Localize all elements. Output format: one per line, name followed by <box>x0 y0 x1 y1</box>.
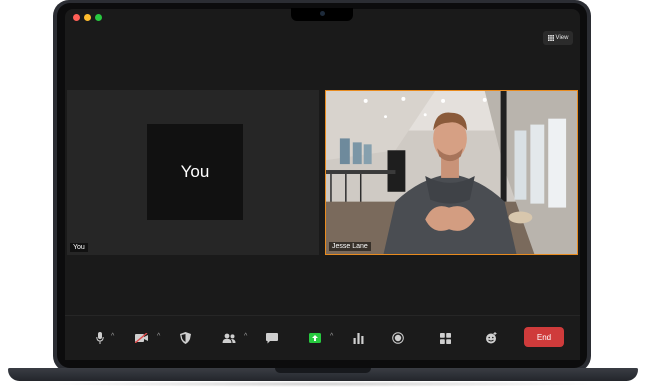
record-button[interactable] <box>391 331 405 345</box>
polls-icon <box>353 332 363 344</box>
laptop-shadow <box>40 381 606 387</box>
window-minimize-button[interactable] <box>84 14 91 21</box>
webcam-icon <box>320 11 325 16</box>
record-icon <box>392 332 404 344</box>
meeting-window: View You You Jesse Lane ^ ^ ^ ^ End <box>65 9 580 360</box>
window-maximize-button[interactable] <box>95 14 102 21</box>
participant-video <box>326 91 577 254</box>
camera-notch <box>291 8 353 21</box>
laptop-hinge-notch <box>275 368 371 373</box>
video-off-icon <box>135 333 148 343</box>
participants-button[interactable] <box>221 331 237 345</box>
chat-icon <box>266 332 278 343</box>
meeting-toolbar: ^ ^ ^ ^ End <box>65 315 580 360</box>
apps-button[interactable] <box>438 331 452 345</box>
participant-name-label: Jesse Lane <box>329 242 371 251</box>
reactions-button[interactable] <box>484 331 498 345</box>
stop-video-button[interactable] <box>134 331 150 345</box>
share-screen-icon <box>309 333 321 343</box>
laptop-base <box>8 368 638 381</box>
share-screen-button[interactable] <box>308 331 322 345</box>
video-options-chevron-icon[interactable]: ^ <box>157 333 160 340</box>
microphone-icon <box>96 332 104 344</box>
mute-button[interactable] <box>93 331 107 345</box>
window-close-button[interactable] <box>73 14 80 21</box>
security-icon <box>179 332 191 344</box>
end-meeting-button[interactable]: End <box>524 327 564 347</box>
share-options-chevron-icon[interactable]: ^ <box>330 333 333 340</box>
grid-icon <box>547 35 554 41</box>
chat-button[interactable] <box>265 331 279 345</box>
participant-tile-you[interactable]: You You <box>67 90 319 255</box>
participants-options-chevron-icon[interactable]: ^ <box>244 333 247 340</box>
participant-tile-jesse-lane[interactable]: Jesse Lane <box>325 90 578 255</box>
audio-options-chevron-icon[interactable]: ^ <box>111 333 114 340</box>
polls-button[interactable] <box>351 331 365 345</box>
view-button-label: View <box>555 35 569 41</box>
participants-icon <box>222 333 236 343</box>
avatar-placeholder: You <box>147 124 243 220</box>
view-button[interactable]: View <box>543 31 573 45</box>
apps-icon <box>439 332 451 344</box>
security-button[interactable] <box>178 331 192 345</box>
participant-name-label: You <box>70 243 88 252</box>
reactions-icon <box>486 332 497 344</box>
